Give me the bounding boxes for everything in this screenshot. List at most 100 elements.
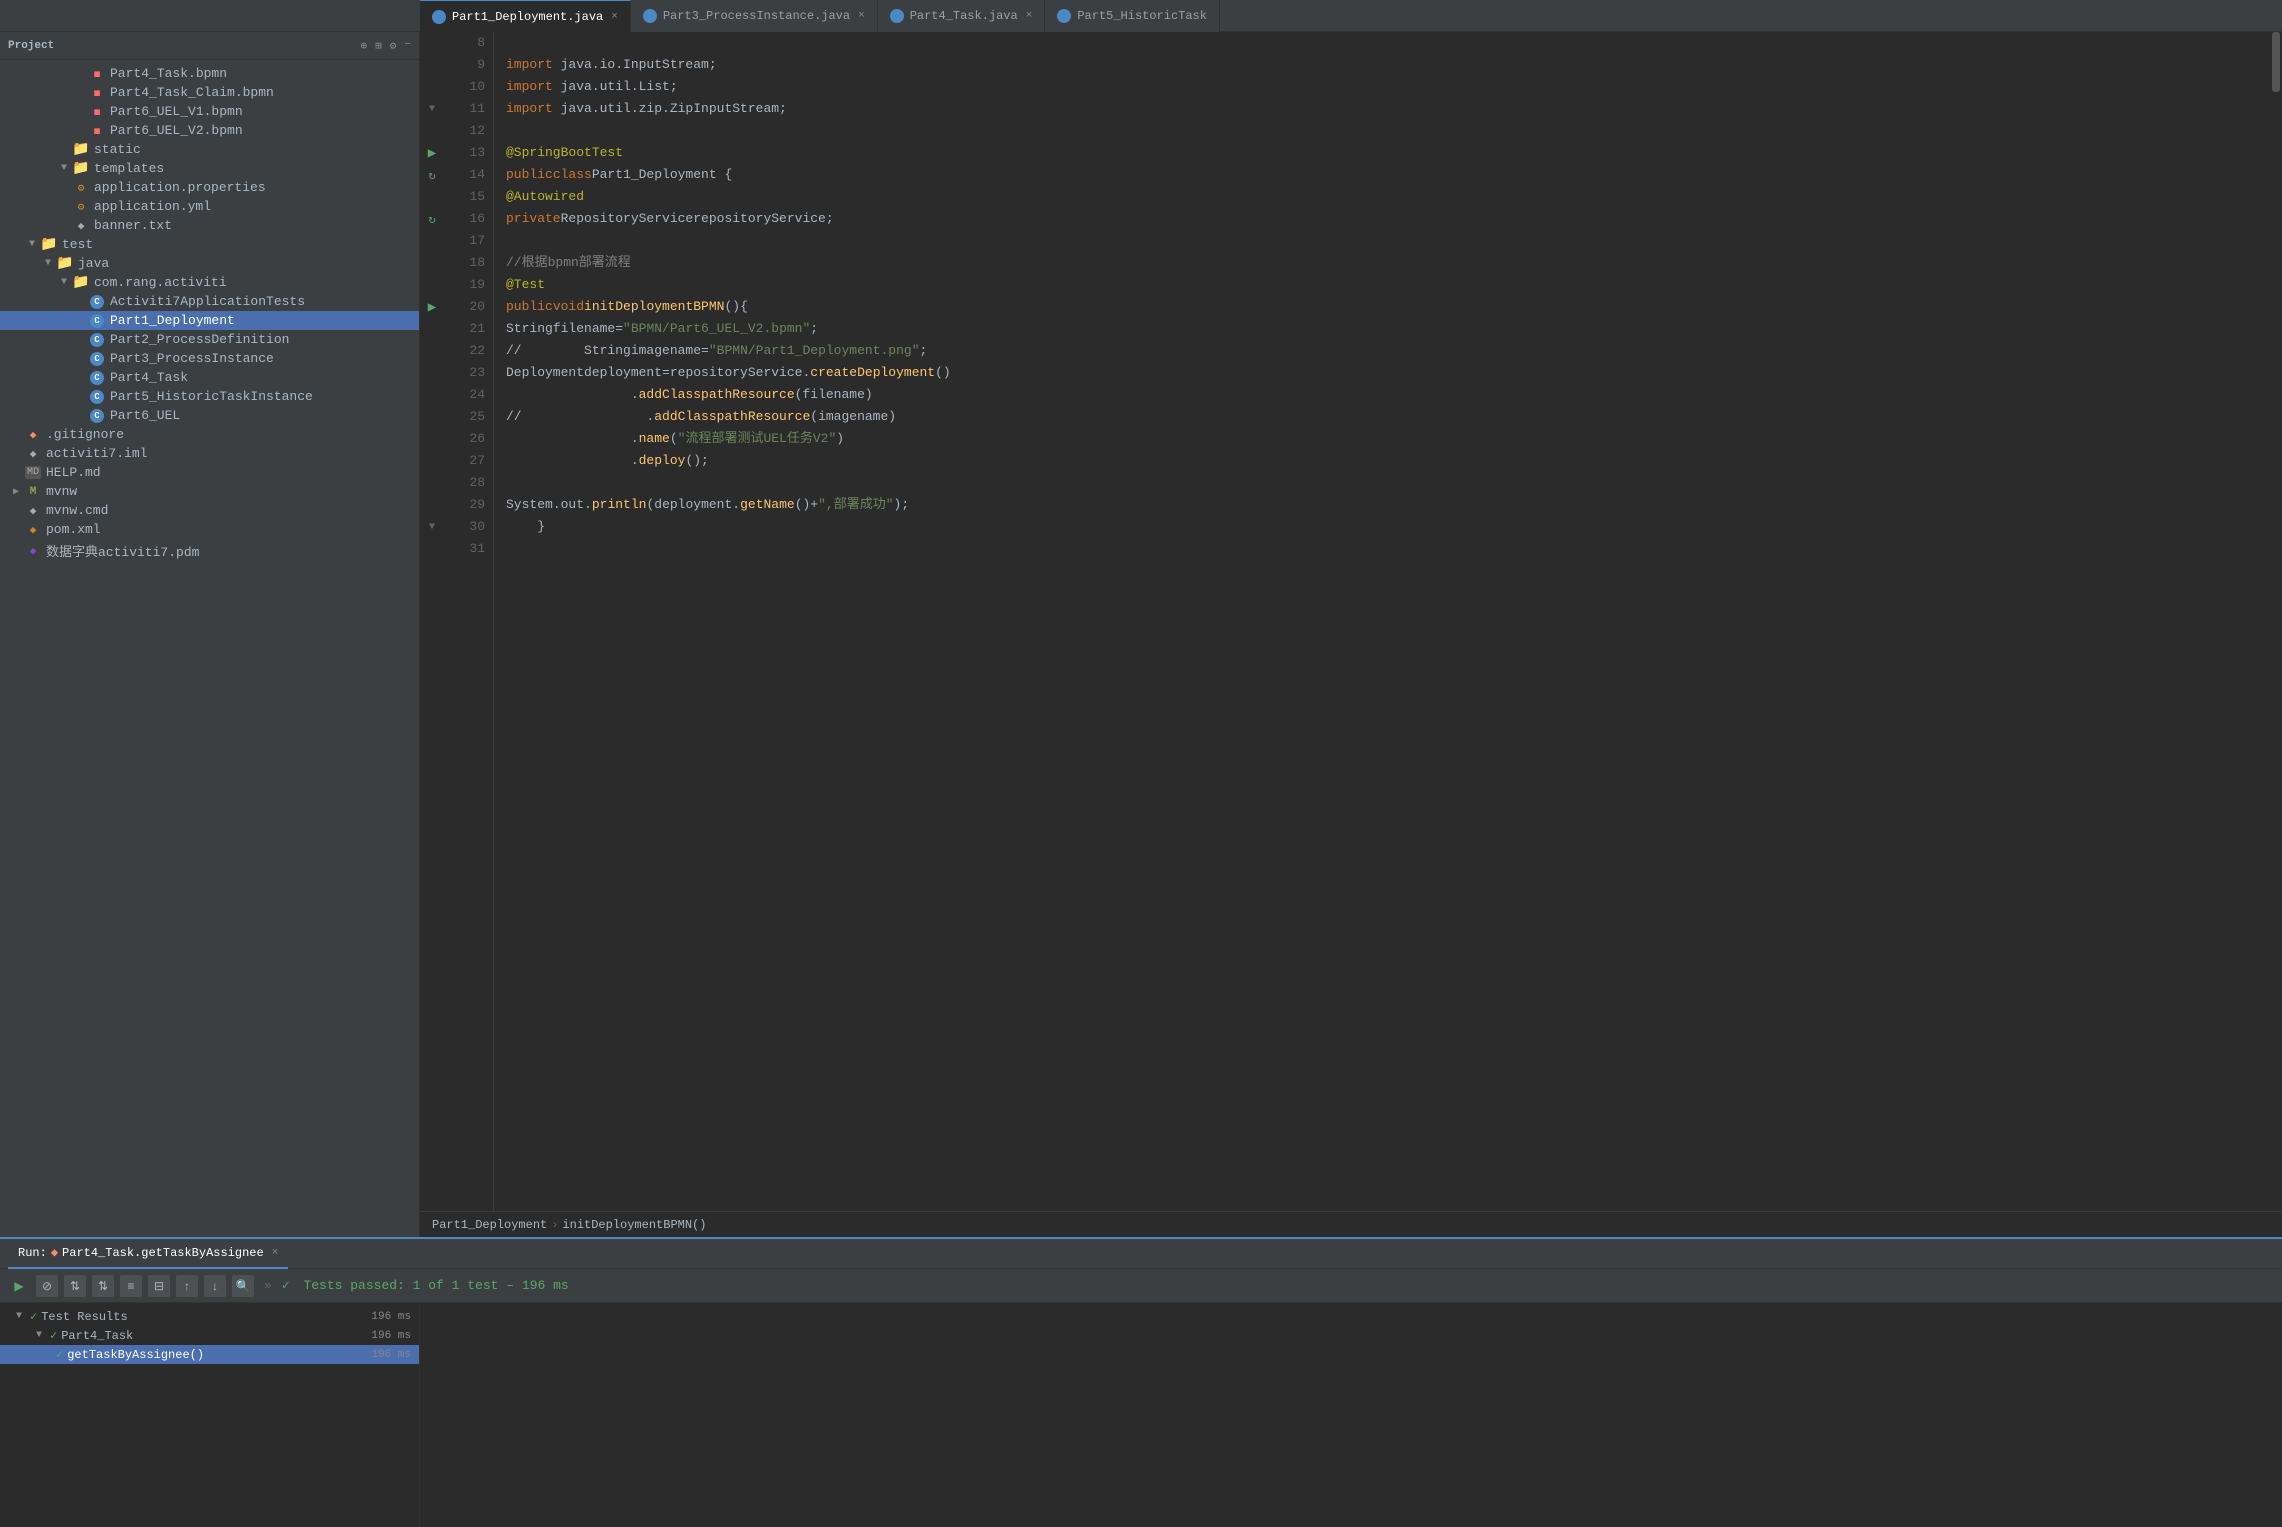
code-line-24: .addClasspathResource(filename) <box>506 384 2270 406</box>
tree-item-10[interactable]: ▼📁java <box>0 254 419 273</box>
test-status: ✓ Tests passed: 1 of 1 test – 196 ms <box>282 1278 569 1293</box>
tree-item-9[interactable]: ▼📁test <box>0 235 419 254</box>
tree-item-2[interactable]: ◼Part6_UEL_V1.bpmn <box>0 102 419 121</box>
tree-item-16[interactable]: CPart4_Task <box>0 368 419 387</box>
run-tab-close[interactable]: × <box>272 1247 279 1259</box>
tree-item-12[interactable]: CActiviti7ApplicationTests <box>0 292 419 311</box>
tree-label-0: Part4_Task.bpmn <box>110 66 227 81</box>
tree-item-25[interactable]: ◆数据字典activiti7.pdm <box>0 539 419 562</box>
tree-item-4[interactable]: 📁static <box>0 140 419 159</box>
tree-item-13[interactable]: CPart1_Deployment <box>0 311 419 330</box>
run-tree-item-0[interactable]: ▼✓Test Results196 ms <box>0 1307 419 1326</box>
tree-label-6: application.properties <box>94 180 266 195</box>
run-rerun-button[interactable]: ⇅ <box>64 1275 86 1297</box>
tab-icon-part4 <box>890 9 904 23</box>
tree-item-8[interactable]: ◆banner.txt <box>0 216 419 235</box>
line-num-27: 27 <box>448 450 485 472</box>
gutter-line-11: ▼ <box>420 98 444 120</box>
sidebar-header: Project ⊕ ⊞ ⚙ − <box>0 32 419 60</box>
fold-icon[interactable]: ▼ <box>429 522 435 533</box>
tab-close-part4[interactable]: × <box>1026 10 1033 22</box>
tree-item-23[interactable]: ◆mvnw.cmd <box>0 501 419 520</box>
tree-label-13: Part1_Deployment <box>110 313 235 328</box>
run-up-button[interactable]: ↑ <box>176 1275 198 1297</box>
tab-close-part3[interactable]: × <box>858 10 865 22</box>
run-icon[interactable]: ▶ <box>428 145 436 162</box>
tree-item-5[interactable]: ▼📁templates <box>0 159 419 178</box>
run-icon3[interactable]: ↻ <box>428 212 435 227</box>
project-tree: ◼Part4_Task.bpmn◼Part4_Task_Claim.bpmn◼P… <box>0 60 419 1237</box>
tree-arrow-11: ▼ <box>56 277 72 288</box>
run-search-button[interactable]: 🔍 <box>232 1275 254 1297</box>
run-down-button[interactable]: ↓ <box>204 1275 226 1297</box>
gutter-line-23 <box>420 362 444 384</box>
tree-label-23: mvnw.cmd <box>46 503 108 518</box>
tree-item-0[interactable]: ◼Part4_Task.bpmn <box>0 64 419 83</box>
tree-icon-18: C <box>88 409 106 423</box>
tree-item-6[interactable]: ⚙application.properties <box>0 178 419 197</box>
code-line-30: } <box>506 516 2270 538</box>
run-filter-button[interactable]: ⊟ <box>148 1275 170 1297</box>
gutter-line-22 <box>420 340 444 362</box>
tree-item-11[interactable]: ▼📁com.rang.activiti <box>0 273 419 292</box>
run-tree-label-0: Test Results <box>41 1310 127 1324</box>
run-play-button[interactable]: ▶ <box>8 1275 30 1297</box>
tree-icon-14: C <box>88 333 106 347</box>
run-icon2[interactable]: ↻ <box>428 168 435 183</box>
tree-item-7[interactable]: ⚙application.yml <box>0 197 419 216</box>
line-num-31: 31 <box>448 538 485 560</box>
gutter-line-28 <box>420 472 444 494</box>
run-stop-button[interactable]: ⊘ <box>36 1275 58 1297</box>
bottom-panel: Run: ◆ Part4_Task.getTaskByAssignee × ▶ … <box>0 1237 2282 1527</box>
tree-item-22[interactable]: ▶Mmvnw <box>0 482 419 501</box>
check-icon: ✓ <box>282 1278 290 1293</box>
line-num-9: 9 <box>448 54 485 76</box>
tree-item-17[interactable]: CPart5_HistoricTaskInstance <box>0 387 419 406</box>
tab-part3[interactable]: Part3_ProcessInstance.java× <box>631 0 878 32</box>
line-num-21: 21 <box>448 318 485 340</box>
globe-icon[interactable]: ⊕ <box>361 39 368 53</box>
run-output <box>420 1303 2282 1527</box>
run-time-0: 196 ms <box>371 1311 411 1323</box>
tree-label-16: Part4_Task <box>110 370 188 385</box>
run-sort-button[interactable]: ≡ <box>120 1275 142 1297</box>
code-content[interactable]: import java.io.InputStream;import java.u… <box>494 32 2270 1211</box>
tree-item-19[interactable]: ◆.gitignore <box>0 425 419 444</box>
fold-icon[interactable]: ▼ <box>429 104 435 115</box>
run-tree: ▼✓Test Results196 ms▼✓Part4_Task196 ms✓g… <box>0 1303 420 1527</box>
tree-item-20[interactable]: ◆activiti7.iml <box>0 444 419 463</box>
run-label: Run: <box>18 1246 47 1260</box>
tree-label-2: Part6_UEL_V1.bpmn <box>110 104 243 119</box>
tree-item-3[interactable]: ◼Part6_UEL_V2.bpmn <box>0 121 419 140</box>
run-tree-item-1[interactable]: ▼✓Part4_Task196 ms <box>0 1326 419 1345</box>
run-tree-item-2[interactable]: ✓getTaskByAssignee()196 ms <box>0 1345 419 1364</box>
tree-item-24[interactable]: ◆pom.xml <box>0 520 419 539</box>
tree-item-14[interactable]: CPart2_ProcessDefinition <box>0 330 419 349</box>
run-tab-active[interactable]: Run: ◆ Part4_Task.getTaskByAssignee × <box>8 1239 288 1269</box>
tree-item-15[interactable]: CPart3_ProcessInstance <box>0 349 419 368</box>
breadcrumb: Part1_Deployment › initDeploymentBPMN() <box>420 1211 2282 1237</box>
line-num-30: 30 <box>448 516 485 538</box>
run-rerun-failed-button[interactable]: ⇅ <box>92 1275 114 1297</box>
tree-item-18[interactable]: CPart6_UEL <box>0 406 419 425</box>
run-test-icon[interactable]: ▶ <box>428 299 436 316</box>
layout-icon[interactable]: ⊞ <box>375 39 382 53</box>
tree-icon-4: 📁 <box>72 143 90 157</box>
gutter-line-13: ▶ <box>420 142 444 164</box>
tab-part1[interactable]: Part1_Deployment.java× <box>420 0 631 32</box>
settings-icon[interactable]: ⚙ <box>390 39 397 53</box>
scroll-indicator[interactable] <box>2270 32 2282 1211</box>
tab-part4[interactable]: Part4_Task.java× <box>878 0 1046 32</box>
tab-close-part1[interactable]: × <box>611 11 618 23</box>
code-line-18: //根据bpmn部署流程 <box>506 252 2270 274</box>
tree-item-1[interactable]: ◼Part4_Task_Claim.bpmn <box>0 83 419 102</box>
minimize-icon[interactable]: − <box>404 39 411 53</box>
tab-part5[interactable]: Part5_HistoricTask <box>1045 0 1220 32</box>
code-gutter: ▼ ▶ ↻ ↻ ▶ ▼ <box>420 32 444 1211</box>
gutter-line-10 <box>420 76 444 98</box>
code-line-20: public void initDeploymentBPMN(){ <box>506 296 2270 318</box>
tree-icon-1: ◼ <box>88 86 106 100</box>
line-num-8: 8 <box>448 32 485 54</box>
tree-arrow-22: ▶ <box>8 486 24 498</box>
tree-item-21[interactable]: MDHELP.md <box>0 463 419 482</box>
